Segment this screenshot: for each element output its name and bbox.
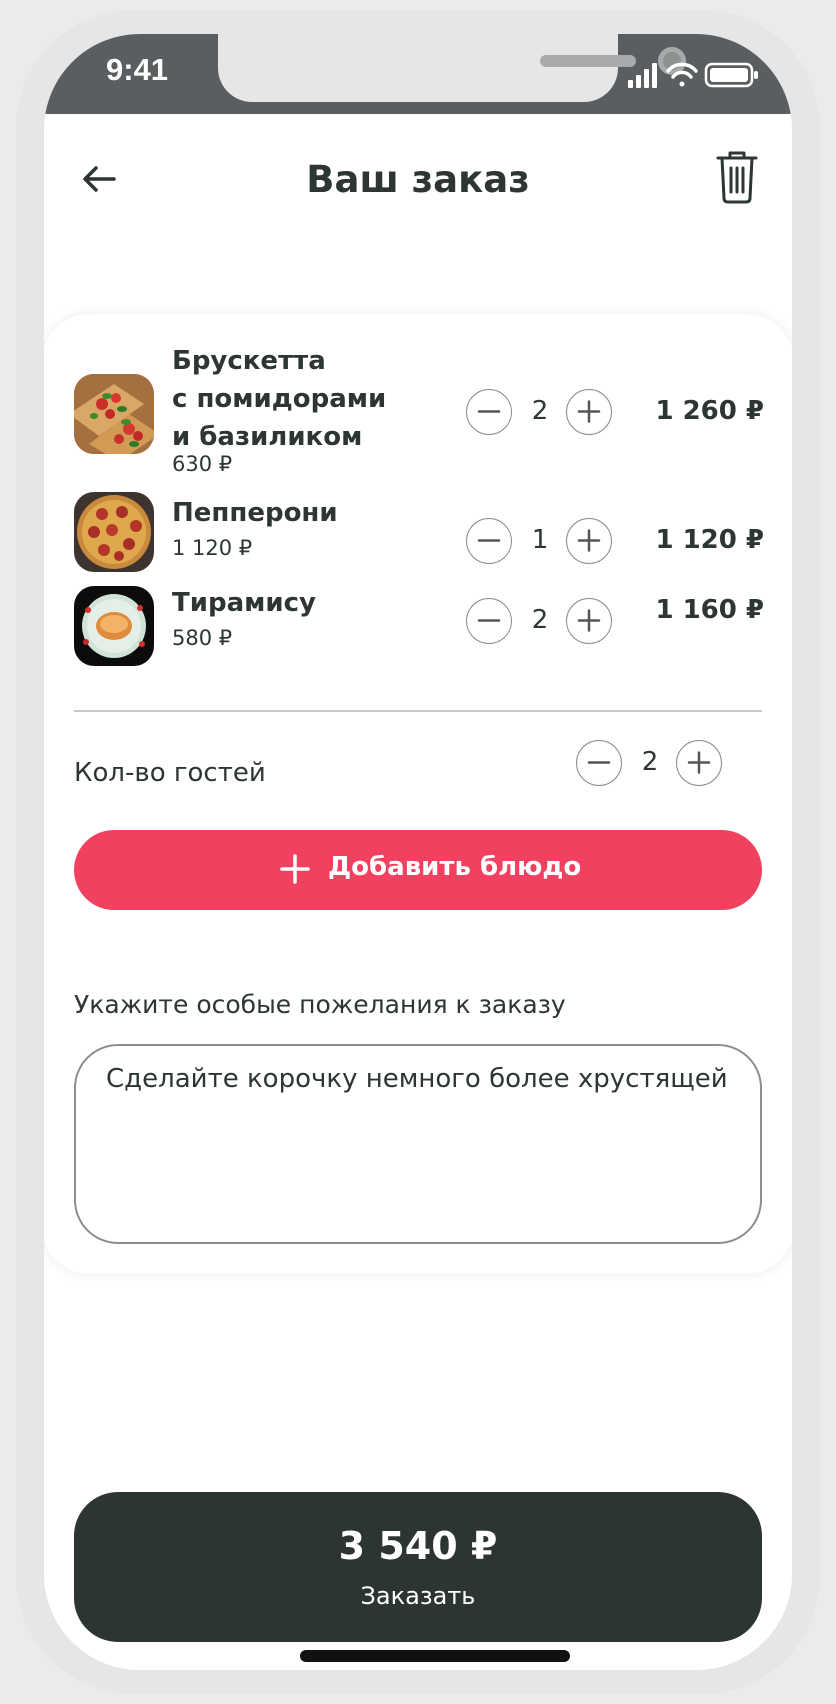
battery-icon — [704, 62, 758, 88]
status-icons — [628, 62, 758, 88]
decrease-quantity-button[interactable] — [466, 389, 512, 435]
increase-quantity-button[interactable] — [566, 518, 612, 564]
item-unit-price: 1 120 ₽ — [172, 536, 253, 560]
item-name-line: Тирамису — [172, 588, 316, 618]
trash-icon — [716, 151, 758, 204]
order-button-label: Заказать — [360, 1582, 476, 1610]
item-name-line: и базиликом — [172, 422, 363, 452]
decrease-quantity-button[interactable] — [466, 598, 512, 644]
item-name: Тирамису — [172, 584, 316, 622]
status-time: 9:41 — [106, 52, 169, 87]
plus-icon — [280, 854, 310, 884]
speaker — [540, 55, 636, 67]
item-quantity: 1 — [531, 525, 549, 555]
status-bar: 9:41 — [44, 34, 792, 114]
item-quantity: 2 — [531, 396, 549, 426]
item-name-line: с помидорами — [172, 384, 387, 414]
item-unit-price: 630 ₽ — [172, 452, 233, 476]
guests-count: 2 — [641, 747, 659, 777]
item-name: Пепперони — [172, 494, 338, 532]
increase-quantity-button[interactable] — [566, 598, 612, 644]
add-dish-label: Добавить блюдо — [328, 852, 582, 882]
item-quantity: 2 — [531, 605, 549, 635]
clear-order-button[interactable] — [710, 148, 764, 208]
order-total: 3 540 ₽ — [338, 1524, 498, 1568]
place-order-button[interactable]: 3 540 ₽ Заказать — [74, 1492, 762, 1642]
minus-icon — [587, 761, 611, 764]
item-name-line: Брускетта — [172, 346, 326, 376]
item-total: 1 160 ₽ — [655, 595, 764, 625]
home-indicator — [300, 1650, 570, 1662]
plus-icon — [577, 609, 601, 632]
item-unit-price: 580 ₽ — [172, 626, 233, 650]
order-card: Брускетта с помидорами и базиликом 630 ₽… — [44, 314, 792, 1274]
pepperoni-pizza-image — [74, 492, 154, 572]
divider — [74, 710, 762, 712]
decrease-guests-button[interactable] — [576, 740, 622, 786]
item-total: 1 120 ₽ — [655, 525, 764, 555]
wishes-text: Сделайте корочку немного более хрустящей — [106, 1064, 728, 1094]
minus-icon — [477, 619, 501, 622]
add-dish-button[interactable]: Добавить блюдо — [74, 830, 762, 910]
wishes-label: Укажите особые пожелания к заказу — [74, 990, 566, 1019]
increase-quantity-button[interactable] — [566, 389, 612, 435]
page-title: Ваш заказ — [306, 158, 530, 201]
item-name: Брускетта с помидорами и базиликом — [172, 342, 386, 456]
minus-icon — [477, 410, 501, 413]
plus-icon — [577, 400, 601, 423]
phone-frame: 9:41 Ваш заказ Брускетта с помидорами и … — [16, 10, 820, 1694]
plus-icon — [687, 751, 711, 774]
phone-screen: 9:41 Ваш заказ Брускетта с помидорами и … — [44, 34, 792, 1670]
item-name-line: Пепперони — [172, 498, 338, 528]
decrease-quantity-button[interactable] — [466, 518, 512, 564]
increase-guests-button[interactable] — [676, 740, 722, 786]
tiramisu-image — [74, 586, 154, 666]
wifi-icon — [666, 62, 698, 87]
guests-label: Кол-во гостей — [74, 758, 266, 788]
notch — [218, 34, 686, 102]
order-screen: Ваш заказ Брускетта с помидорами и базил… — [44, 114, 792, 1670]
signal-icon — [628, 63, 657, 88]
wishes-textarea[interactable]: Сделайте корочку немного более хрустящей — [74, 1044, 762, 1244]
item-total: 1 260 ₽ — [655, 396, 764, 426]
bruschetta-image — [74, 374, 154, 454]
plus-icon — [577, 529, 601, 552]
minus-icon — [477, 539, 501, 542]
